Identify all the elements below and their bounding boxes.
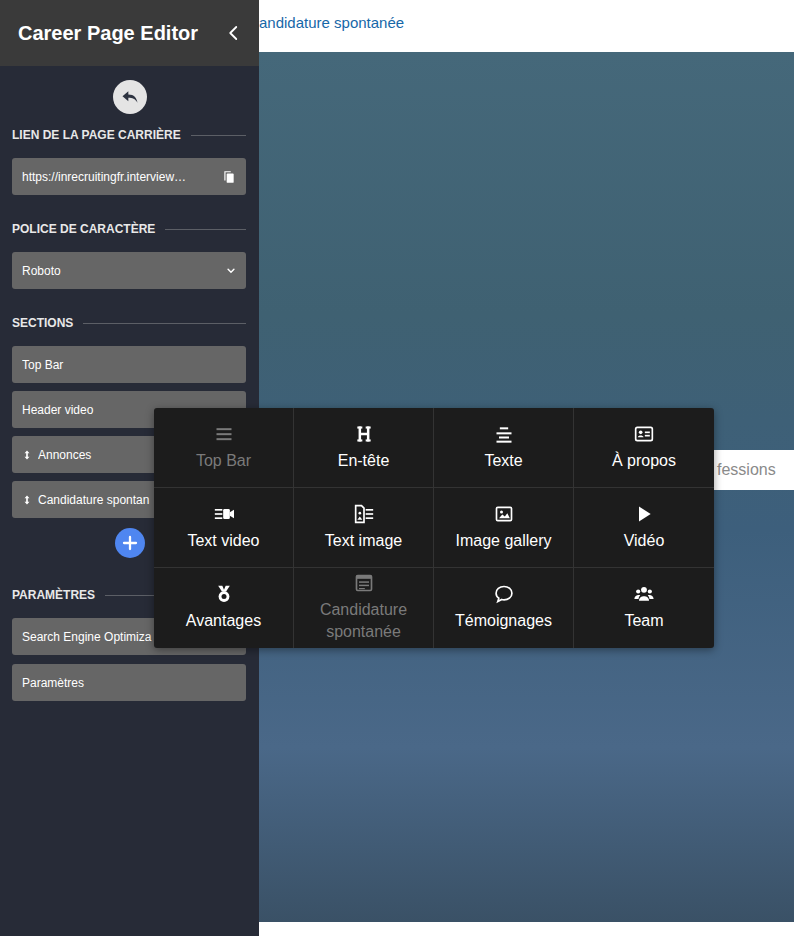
copy-icon — [222, 170, 236, 184]
add-section-option[interactable]: Avantages — [154, 568, 294, 648]
career-link-field[interactable]: https://inrecruitingfr.interview… — [12, 158, 246, 195]
add-section-option-label: Candidature spontanée — [300, 599, 427, 643]
text-video-icon — [214, 504, 234, 524]
job-search-field[interactable]: fessions — [714, 450, 794, 490]
add-section-option-label: Témoignages — [455, 610, 552, 632]
add-section-option[interactable]: Texte — [434, 408, 574, 488]
settings-item[interactable]: Paramètres — [12, 664, 246, 701]
add-section-option-label: Texte — [484, 450, 522, 472]
section-item[interactable]: Top Bar — [12, 346, 246, 383]
medal-icon — [214, 584, 234, 604]
add-section-option: Top Bar — [154, 408, 294, 488]
form-icon — [354, 573, 374, 593]
chevron-down-icon — [226, 266, 236, 276]
sidebar-header: Career Page Editor — [0, 0, 259, 66]
preview-top-bar: andidature spontanée — [259, 0, 794, 52]
add-section-option-label: Image gallery — [455, 530, 551, 552]
heading-icon — [354, 424, 374, 444]
add-section-option-label: À propos — [612, 450, 676, 472]
undo-button[interactable] — [113, 80, 147, 114]
add-section-menu: Top Bar En-tête Texte À propos Text video Tex… — [154, 408, 714, 648]
chevron-left-icon — [225, 24, 243, 42]
spontaneous-application-link[interactable]: andidature spontanée — [259, 14, 404, 32]
add-section-option: Candidature spontanée — [294, 568, 434, 648]
add-section-option-label: Vidéo — [624, 530, 665, 552]
add-section-option[interactable]: À propos — [574, 408, 714, 488]
font-select-value: Roboto — [22, 262, 220, 280]
add-section-option-label: Avantages — [186, 610, 261, 632]
preview-bottom — [259, 922, 794, 936]
add-section-option[interactable]: Text video — [154, 488, 294, 568]
font-select[interactable]: Roboto — [12, 252, 246, 289]
comment-icon — [494, 584, 514, 604]
lines-icon — [214, 424, 234, 444]
section-item-label: Top Bar — [22, 356, 236, 374]
section-label: POLICE DE CARACTÈRE — [0, 222, 259, 236]
settings-item-label: Paramètres — [22, 674, 236, 692]
id-card-icon — [634, 424, 654, 444]
collapse-button[interactable] — [225, 24, 243, 42]
add-section-option[interactable]: Témoignages — [434, 568, 574, 648]
career-link-value: https://inrecruitingfr.interview… — [22, 168, 216, 186]
undo-icon — [120, 87, 140, 107]
add-section-option[interactable]: En-tête — [294, 408, 434, 488]
add-section-option-label: Team — [624, 610, 663, 632]
section-label: LIEN DE LA PAGE CARRIÈRE — [0, 128, 259, 142]
add-section-option-label: Top Bar — [196, 450, 251, 472]
sidebar-title: Career Page Editor — [18, 18, 198, 48]
team-icon — [634, 584, 654, 604]
add-section-option-label: Text video — [187, 530, 259, 552]
text-align-icon — [494, 424, 514, 444]
play-icon — [634, 504, 654, 524]
add-section-option[interactable]: Text image — [294, 488, 434, 568]
section-label: SECTIONS — [0, 316, 259, 330]
drag-arrows-icon — [22, 449, 32, 461]
image-icon — [494, 504, 514, 524]
text-image-icon — [354, 504, 374, 524]
add-section-button[interactable] — [115, 528, 145, 558]
drag-arrows-icon — [22, 494, 32, 506]
add-section-option[interactable]: Image gallery — [434, 488, 574, 568]
add-section-option[interactable]: Vidéo — [574, 488, 714, 568]
add-section-option-label: Text image — [325, 530, 402, 552]
plus-icon — [122, 535, 138, 551]
add-section-option-label: En-tête — [338, 450, 390, 472]
add-section-option[interactable]: Team — [574, 568, 714, 648]
job-search-text: fessions — [717, 458, 776, 482]
